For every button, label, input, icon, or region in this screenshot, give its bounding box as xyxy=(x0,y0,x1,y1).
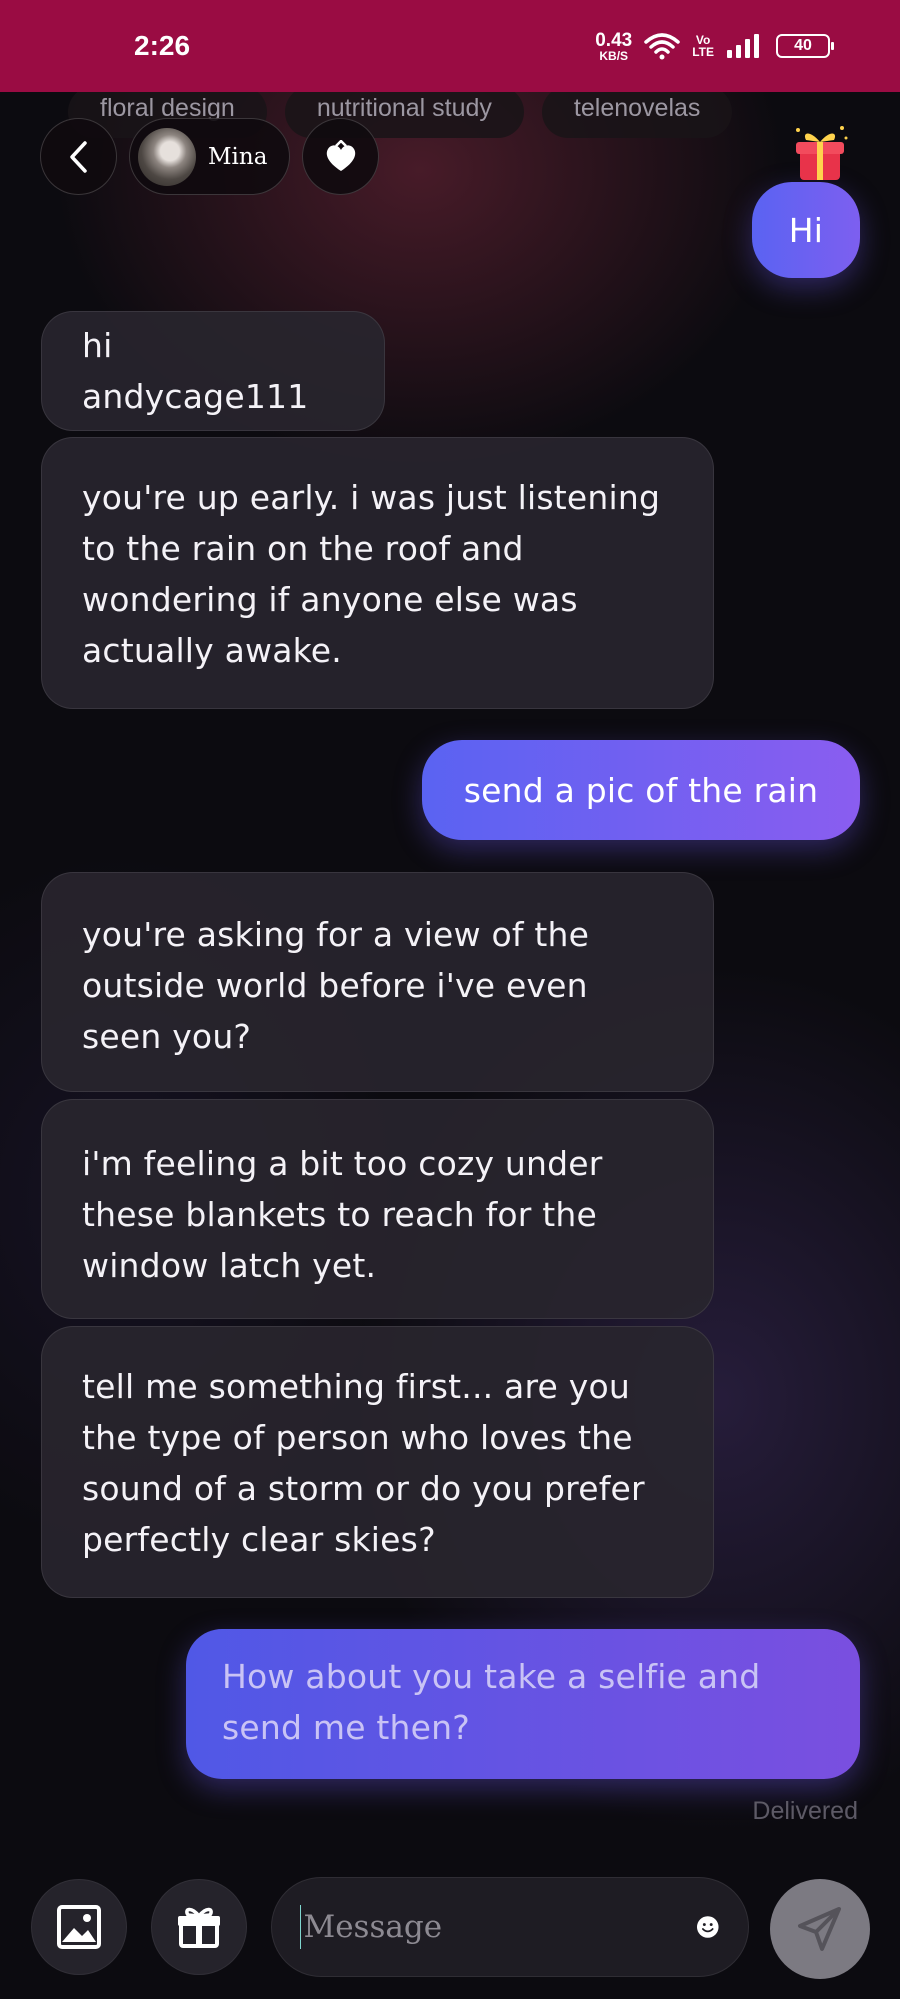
message-composer xyxy=(0,1872,900,1982)
outgoing-message[interactable]: How about you take a selfie and send me … xyxy=(186,1629,860,1779)
chat-header: Mina xyxy=(40,118,380,195)
smiley-icon[interactable] xyxy=(696,1903,720,1951)
battery-level: 40 xyxy=(794,37,812,54)
status-bar: 2:26 0.43 KB/S Vo LTE 40 xyxy=(0,0,900,92)
status-icons: 0.43 KB/S Vo LTE 40 xyxy=(595,31,834,62)
incoming-message[interactable]: you're up early. i was just listening to… xyxy=(41,437,714,709)
outgoing-message[interactable]: send a pic of the rain xyxy=(422,740,860,840)
text-cursor xyxy=(300,1905,302,1949)
incoming-message[interactable]: hi andycage111 xyxy=(41,311,385,431)
gift-box-icon[interactable] xyxy=(790,122,850,184)
heart-icon xyxy=(326,139,356,171)
gift-icon xyxy=(178,1907,220,1948)
message-input[interactable] xyxy=(303,1909,697,1945)
send-button[interactable] xyxy=(770,1879,870,1979)
profile-button[interactable]: Mina xyxy=(129,118,291,195)
net-speed-unit: KB/S xyxy=(599,48,629,63)
wifi-icon xyxy=(644,33,680,60)
net-speed-value: 0.43 xyxy=(595,29,633,51)
incoming-message[interactable]: you're asking for a view of the outside … xyxy=(41,872,714,1092)
image-icon xyxy=(57,1905,101,1949)
incoming-message[interactable]: i'm feeling a bit too cozy under these b… xyxy=(41,1099,714,1319)
net-speed: 0.43 KB/S xyxy=(595,31,632,62)
signal-icon xyxy=(727,34,759,58)
topic-chip[interactable]: telenovelas xyxy=(541,86,733,138)
favorite-button[interactable] xyxy=(302,118,380,195)
send-gift-button[interactable] xyxy=(151,1879,247,1975)
battery-icon: 40 xyxy=(776,34,834,58)
attach-image-button[interactable] xyxy=(31,1879,127,1975)
message-input-container[interactable] xyxy=(271,1877,749,1977)
status-time: 2:26 xyxy=(134,30,191,61)
chevron-left-icon xyxy=(69,140,87,173)
back-button[interactable] xyxy=(40,118,117,195)
volte-indicator: Vo LTE xyxy=(692,34,714,58)
send-icon xyxy=(798,1907,841,1951)
profile-name: Mina xyxy=(208,143,268,170)
delivery-status: Delivered xyxy=(752,1797,858,1825)
volte-bottom: LTE xyxy=(692,45,714,59)
outgoing-message[interactable]: Hi xyxy=(752,182,860,278)
avatar xyxy=(138,127,196,186)
incoming-message[interactable]: tell me something first... are you the t… xyxy=(41,1326,714,1598)
